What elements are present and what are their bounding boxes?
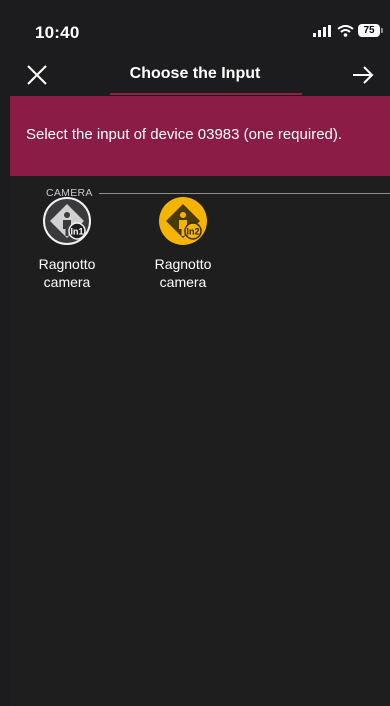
input-list: CAMERA In1 Ragnotto camera In2 Ragnotto … xyxy=(10,176,390,706)
input-option-in1[interactable]: In1 Ragnotto camera xyxy=(29,196,105,291)
status-icons: 75 xyxy=(313,24,383,37)
input-option-in2[interactable]: In2 Ragnotto camera xyxy=(145,196,221,291)
badge-label: In1 xyxy=(70,227,83,237)
page-title: Choose the Input xyxy=(129,65,261,82)
section-divider xyxy=(98,192,390,194)
person-icon: In2 xyxy=(159,197,207,245)
title-underline xyxy=(110,93,302,95)
wifi-icon xyxy=(337,24,354,37)
status-time: 10:40 xyxy=(35,23,80,42)
status-bar: 10:40 75 xyxy=(0,0,390,52)
navigation-bar: Choose the Input xyxy=(0,52,390,96)
badge-label: In2 xyxy=(186,227,199,237)
banner-message: Select the input of device 03983 (one re… xyxy=(26,126,343,143)
input-label: Ragnotto camera xyxy=(154,256,212,290)
input-label: Ragnotto camera xyxy=(38,256,96,290)
instruction-banner: Select the input of device 03983 (one re… xyxy=(10,96,390,176)
arrow-right-icon[interactable] xyxy=(350,62,376,88)
battery-icon: 75 xyxy=(358,24,383,37)
battery-level: 75 xyxy=(363,25,375,36)
person-icon: In1 xyxy=(43,197,91,245)
app-screen: 10:40 75 Choose the Input Select the inp… xyxy=(0,0,390,706)
signal-icon xyxy=(313,24,331,37)
